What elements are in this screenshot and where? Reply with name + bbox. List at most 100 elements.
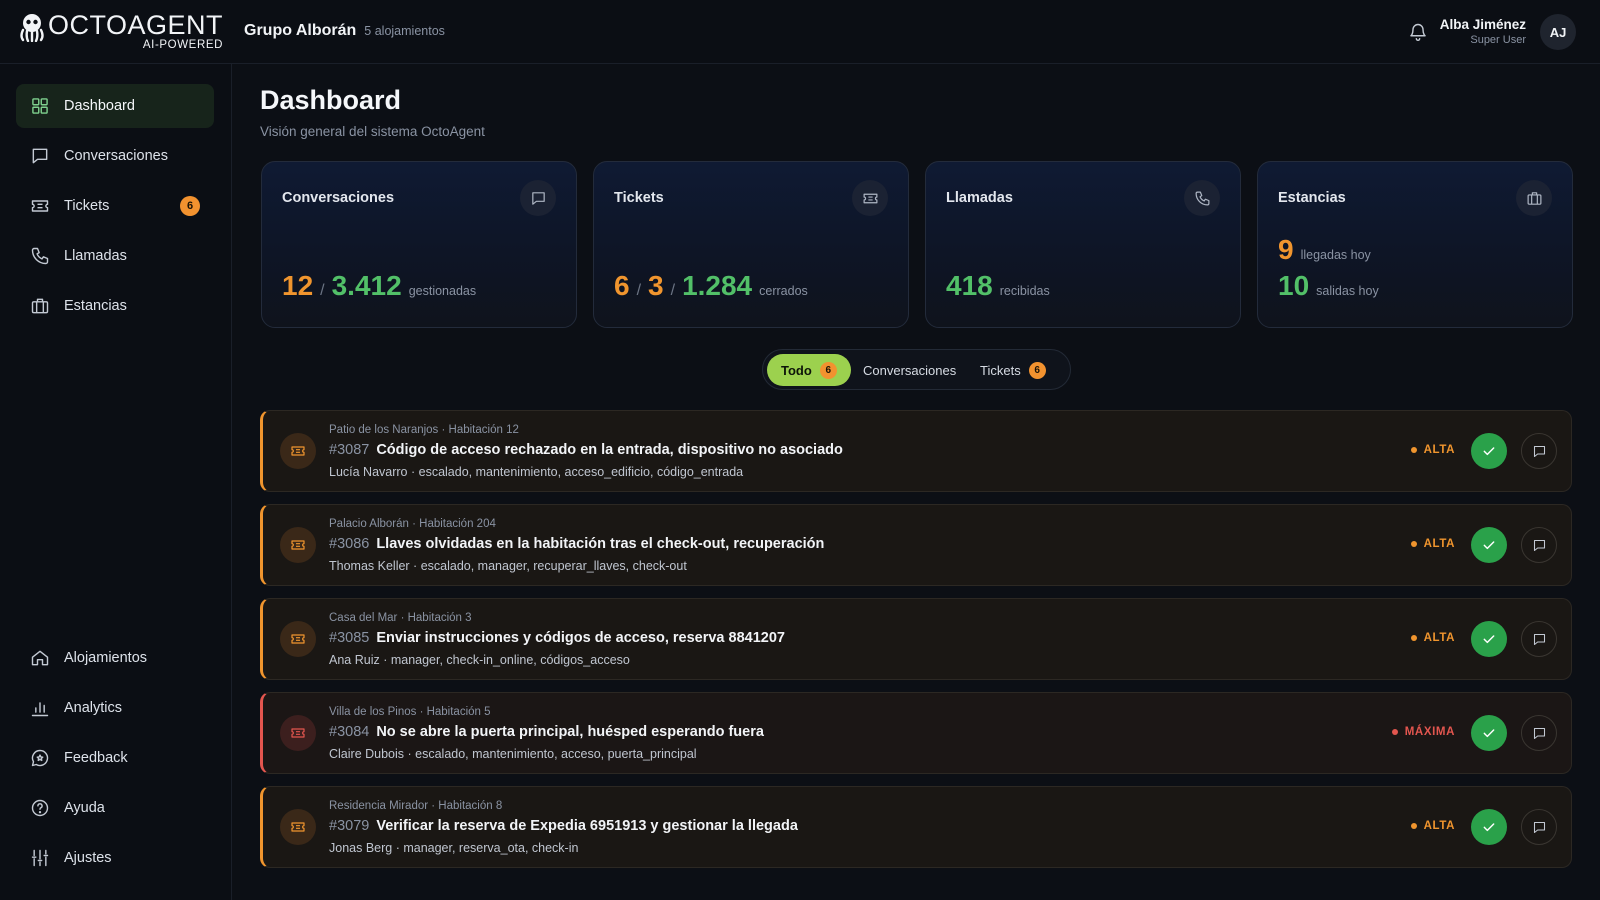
ticket-row[interactable]: Patio de los Naranjos · Habitación 12 #3…: [260, 410, 1572, 492]
open-conversation-button[interactable]: [1521, 621, 1557, 657]
check-icon: [1483, 635, 1495, 644]
page-title: Dashboard: [260, 85, 402, 115]
stat-card-conversaciones[interactable]: Conversaciones 12 / 3.412 gestionadas: [261, 161, 577, 328]
sidebar-item-tickets[interactable]: Tickets 6: [16, 184, 214, 228]
phone-icon: [1184, 180, 1220, 216]
total-conversations-value: 3.412: [331, 270, 402, 301]
tab-label: Tickets: [980, 362, 1021, 378]
active-conversations-value: 12: [282, 270, 314, 301]
tab-conversaciones[interactable]: Conversaciones: [849, 354, 970, 386]
ticket-title: Código de acceso rechazado en la entrada…: [376, 442, 843, 458]
sidebar-item-label: Ayuda: [64, 800, 105, 816]
sidebar-item-estancias[interactable]: Estancias: [16, 284, 214, 328]
page-subtitle: Visión general del sistema OctoAgent: [260, 124, 485, 139]
tickets-metric: 6 / 3 / 1.284 cerrados: [614, 270, 808, 302]
ticket-guest-tags: Claire Dubois · escalado, mantenimiento,…: [329, 747, 697, 761]
ticket-location: Patio de los Naranjos · Habitación 12: [329, 424, 519, 436]
sidebar-item-ajustes[interactable]: Ajustes: [16, 836, 214, 880]
calls-value: 418: [946, 270, 993, 301]
tab-label: Conversaciones: [863, 362, 957, 378]
ticket-icon: [280, 809, 316, 845]
tickets-count-badge: 6: [180, 196, 200, 216]
open-conversation-button[interactable]: [1521, 527, 1557, 563]
stat-card-tickets[interactable]: Tickets 6 / 3 / 1.284 cerrados: [593, 161, 909, 328]
open-conversation-button[interactable]: [1521, 433, 1557, 469]
sidebar-item-label: Llamadas: [64, 248, 127, 264]
user-info[interactable]: Alba Jiménez Super User: [1440, 17, 1526, 46]
tickets-unit: cerrados: [759, 284, 808, 298]
resolve-button[interactable]: [1471, 527, 1507, 563]
resolve-button[interactable]: [1471, 809, 1507, 845]
message-icon: [1533, 539, 1545, 551]
priority-dot: [1410, 823, 1417, 829]
organization-property-count: 5 alojamientos: [364, 24, 445, 38]
priority-badge: ALTA: [1410, 820, 1455, 832]
user-avatar[interactable]: AJ: [1540, 14, 1576, 50]
ticket-row[interactable]: Residencia Mirador · Habitación 8 #3079 …: [260, 786, 1572, 868]
calls-metric: 418 recibidas: [946, 270, 1050, 302]
resolve-button[interactable]: [1471, 715, 1507, 751]
ticket-title: Enviar instrucciones y códigos de acceso…: [376, 630, 785, 646]
sidebar-item-label: Feedback: [64, 750, 128, 766]
message-icon: [32, 148, 48, 164]
priority-badge: ALTA: [1410, 632, 1455, 644]
separator: /: [670, 282, 676, 299]
resolve-button[interactable]: [1471, 621, 1507, 657]
sidebar-item-dashboard[interactable]: Dashboard: [16, 84, 214, 128]
stat-card-llamadas[interactable]: Llamadas 418 recibidas: [925, 161, 1241, 328]
top-bar: OCTOAGENT AI-POWERED Grupo Alborán 5 alo…: [0, 0, 1600, 64]
message-icon: [1533, 445, 1545, 457]
open-conversation-button[interactable]: [1521, 715, 1557, 751]
ticket-title: Llaves olvidadas en la habitación tras e…: [376, 536, 825, 552]
priority-dot: [1410, 541, 1417, 547]
closed-tickets-value: 1.284: [682, 270, 753, 301]
resolve-button[interactable]: [1471, 433, 1507, 469]
ticket-id: #3084: [329, 724, 370, 740]
priority-label: MÁXIMA: [1404, 726, 1455, 738]
separator: /: [636, 282, 642, 299]
organization-selector[interactable]: Grupo Alborán 5 alojamientos: [244, 22, 445, 40]
luggage-icon: [31, 298, 49, 314]
priority-label: ALTA: [1423, 632, 1455, 644]
ticket-location: Palacio Alborán · Habitación 204: [329, 518, 496, 530]
priority-badge: ALTA: [1410, 538, 1455, 550]
card-title: Llamadas: [946, 190, 1013, 206]
open-tickets-value: 6: [614, 270, 630, 301]
sidebar-item-label: Analytics: [64, 700, 123, 716]
ticket-icon: [852, 180, 888, 216]
sidebar-item-ayuda[interactable]: Ayuda: [16, 786, 214, 830]
card-title: Estancias: [1278, 190, 1346, 206]
brand-tagline: AI-POWERED: [142, 39, 224, 51]
ticket-row[interactable]: Villa de los Pinos · Habitación 5 #3084 …: [260, 692, 1572, 774]
notifications-bell-icon[interactable]: [1408, 22, 1428, 42]
sidebar: Dashboard Conversaciones Tickets 6 Llama…: [0, 64, 232, 900]
priority-dot: [1391, 729, 1398, 735]
ticket-row[interactable]: Palacio Alborán · Habitación 204 #3086 L…: [260, 504, 1572, 586]
sidebar-item-llamadas[interactable]: Llamadas: [16, 234, 214, 278]
tickets-count-badge: 6: [1028, 361, 1046, 379]
sidebar-item-label: Estancias: [64, 298, 127, 314]
message-icon: [1533, 727, 1545, 739]
open-conversation-button[interactable]: [1521, 809, 1557, 845]
ticket-id: #3086: [329, 536, 370, 552]
card-title: Tickets: [614, 190, 664, 206]
brand-logo[interactable]: OCTOAGENT AI-POWERED: [18, 12, 223, 52]
conversations-unit: gestionadas: [408, 284, 477, 298]
ticket-location: Villa de los Pinos · Habitación 5: [329, 706, 491, 718]
check-icon: [1483, 541, 1495, 550]
sidebar-item-feedback[interactable]: Feedback: [16, 736, 214, 780]
sidebar-item-analytics[interactable]: Analytics: [16, 686, 214, 730]
tab-label: Todo: [781, 362, 812, 378]
grid-icon: [32, 98, 48, 114]
luggage-icon: [1516, 180, 1552, 216]
sidebar-item-alojamientos[interactable]: Alojamientos: [16, 636, 214, 680]
sidebar-item-label: Alojamientos: [64, 650, 148, 666]
departures-unit: salidas hoy: [1316, 284, 1379, 298]
tab-todo[interactable]: Todo 6: [767, 354, 851, 386]
ticket-row[interactable]: Casa del Mar · Habitación 3 #3085 Enviar…: [260, 598, 1572, 680]
stat-card-estancias[interactable]: Estancias 9 llegadas hoy 10 salidas hoy: [1257, 161, 1573, 328]
tab-tickets[interactable]: Tickets 6: [966, 354, 1060, 386]
sidebar-item-conversaciones[interactable]: Conversaciones: [16, 134, 214, 178]
departures-value: 10: [1278, 270, 1310, 301]
priority-label: ALTA: [1423, 444, 1455, 456]
